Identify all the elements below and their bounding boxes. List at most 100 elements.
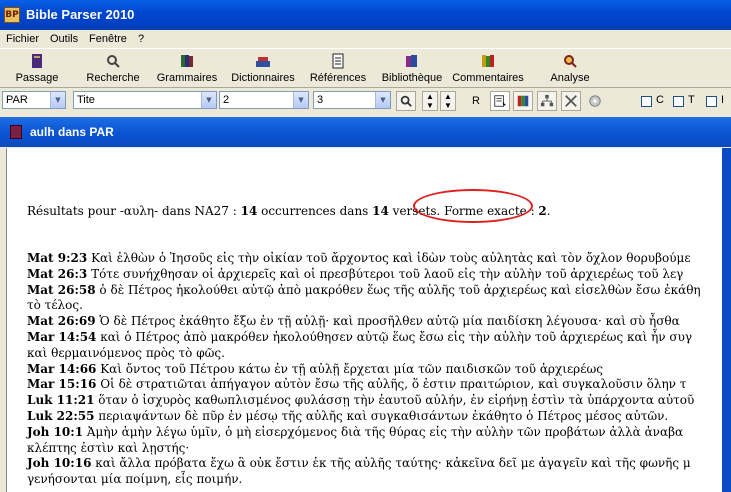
- find-button[interactable]: [396, 91, 416, 111]
- commentary-icon: [482, 55, 494, 67]
- selector-bar: PAR ▼ Tite ▼ 2 ▼ 3 ▼ ▲ ▼ ▲ ▼ R C T I: [0, 88, 731, 114]
- books-stack-icon[interactable]: [513, 91, 533, 111]
- verse-text: καὶ ὁ Πέτρος ἀπὸ μακρόθεν ἠκολούθησεν αὐ…: [96, 329, 693, 344]
- recherche-button[interactable]: Recherche: [82, 51, 144, 87]
- commentaires-button[interactable]: Commentaires: [451, 51, 525, 87]
- verse-line: Mat 9:23 Καὶ ἐλθὼν ὁ Ἰησοῦς εἰς τὴν οἰκί…: [27, 251, 722, 267]
- exact-form-count: 2: [538, 204, 547, 218]
- tree-icon[interactable]: [537, 91, 557, 111]
- magnifier-icon: [107, 55, 120, 68]
- verse-text: Καὶ ἐλθὼν ὁ Ἰησοῦς εἰς τὴν οἰκίαν τοῦ ἄρ…: [87, 251, 691, 265]
- verse-list: Mat 9:23 Καὶ ἐλθὼν ὁ Ἰησοῦς εἰς τὴν οἰκί…: [27, 251, 722, 488]
- verses-count: 14: [372, 204, 389, 218]
- chevron-down-icon[interactable]: ▼: [375, 92, 390, 108]
- verse-text: καὶ θερμαινόμενος πρὸς τὸ φῶς.: [27, 345, 225, 360]
- verse-line: Mat 26:69 Ὁ δὲ Πέτρος ἐκάθητο ἔξω ἐν τῇ …: [27, 314, 722, 330]
- results-content[interactable]: Résultats pour -αυλη- dans NA27 : 14 occ…: [6, 148, 722, 492]
- verse-text: καὶ ἄλλα πρόβατα ἔχω ἃ οὐκ ἔστιν ἐκ τῆς …: [91, 456, 691, 471]
- verse-reference[interactable]: Luk 11:21: [27, 393, 94, 407]
- menu-fichier[interactable]: Fichier: [6, 33, 39, 45]
- library-icon: [406, 55, 417, 67]
- summary-prefix: Résultats pour -: [27, 204, 124, 218]
- app-title: Bible Parser 2010: [26, 7, 135, 22]
- verse-reference[interactable]: Mat 9:23: [27, 251, 87, 265]
- verse-text: γενήσονται μία ποίμνη, εἷς ποιμήν.: [27, 472, 243, 487]
- verse-text: κλέπτης ἐστὶν καὶ λῃστής·: [27, 440, 190, 455]
- verse-text: Ἀμὴν ἀμὴν λέγω ὑμῖν, ὁ μὴ εἰσερχόμενος δ…: [83, 424, 684, 439]
- recherche-label: Recherche: [86, 72, 140, 84]
- chapter-select[interactable]: 2 ▼: [219, 91, 309, 109]
- tools-icon[interactable]: [561, 91, 581, 111]
- verse-reference[interactable]: Mat 26:3: [27, 267, 87, 281]
- checkbox-i-label: I: [721, 94, 725, 106]
- prev-next-down-button[interactable]: ▲ ▼: [440, 91, 456, 111]
- verse-line: Joh 10:16 καὶ ἄλλα πρόβατα ἔχω ἃ οὐκ ἔστ…: [27, 456, 722, 472]
- dictionnaires-button[interactable]: Dictionnaires: [229, 51, 297, 87]
- verse-line: καὶ θερμαινόμενος πρὸς τὸ φῶς.: [27, 346, 722, 362]
- checkbox-c-label: C: [656, 94, 664, 106]
- passage-label: Passage: [15, 72, 59, 84]
- app-icon: BP: [4, 7, 20, 23]
- results-window-title-bar[interactable]: aulh dans PAR: [0, 117, 731, 147]
- verse-line: Mar 14:54 καὶ ὁ Πέτρος ἀπὸ μακρόθεν ἠκολ…: [27, 330, 722, 346]
- analyse-label: Analyse: [550, 72, 590, 84]
- dictionnaires-label: Dictionnaires: [231, 72, 295, 84]
- checkbox-i[interactable]: [706, 96, 717, 107]
- verse-text: Ὁ δὲ Πέτρος ἐκάθητο ἔξω ἐν τῇ αὐλῇ· καὶ …: [95, 314, 680, 329]
- prev-next-up-button[interactable]: ▲ ▼: [422, 91, 438, 111]
- verse-text: Τότε συνήχθησαν οἱ ἀρχιερεῖς καὶ οἱ πρεσ…: [87, 266, 684, 281]
- analyse-button[interactable]: Analyse: [545, 51, 595, 87]
- analysis-icon: [564, 55, 577, 68]
- verse-text: τὸ τέλος.: [27, 298, 83, 313]
- verse-reference[interactable]: Mar 14:54: [27, 330, 96, 344]
- checkbox-c[interactable]: [641, 96, 652, 107]
- checkbox-t-label: T: [688, 94, 695, 106]
- disc-icon[interactable]: [585, 91, 605, 111]
- verse-line: Luk 11:21 ὅταν ὁ ἰσχυρὸς καθωπλισμένος φ…: [27, 393, 722, 409]
- verse-text: περιαψάντων δὲ πῦρ ἐν μέσῳ τῆς αὐλῆς καὶ…: [94, 408, 669, 423]
- checkbox-t[interactable]: [673, 96, 684, 107]
- verse-select[interactable]: 3 ▼: [313, 91, 391, 109]
- chevron-down-icon[interactable]: ▼: [201, 92, 216, 108]
- references-label: Références: [309, 72, 367, 84]
- grammar-books-icon: [181, 55, 193, 67]
- verse-reference[interactable]: Luk 22:55: [27, 409, 94, 423]
- parse-text-icon[interactable]: [490, 91, 510, 111]
- verse-line: Mat 26:58 ὁ δὲ Πέτρος ἠκολούθει αὐτῷ ἀπὸ…: [27, 283, 722, 299]
- verse-reference[interactable]: Mar 14:66: [27, 362, 96, 376]
- grammaires-label: Grammaires: [156, 72, 218, 84]
- chevron-down-icon[interactable]: ▼: [293, 92, 308, 108]
- bibliotheque-label: Bibliothèque: [381, 72, 443, 84]
- verse-reference[interactable]: Mar 15:16: [27, 377, 96, 391]
- bibliotheque-button[interactable]: Bibliothèque: [380, 51, 444, 87]
- verse-reference[interactable]: Mat 26:58: [27, 283, 96, 297]
- references-button[interactable]: Références: [305, 51, 371, 87]
- r-button[interactable]: R: [466, 91, 486, 111]
- references-icon: [332, 53, 344, 69]
- search-word: αυλη: [123, 204, 155, 218]
- summary-text: - dans NA27 :: [154, 204, 241, 218]
- menu-fenetre[interactable]: Fenêtre: [89, 33, 127, 45]
- verse-line: τὸ τέλος.: [27, 298, 722, 314]
- verse-text: ὅταν ὁ ἰσχυρὸς καθωπλισμένος φυλάσσῃ τὴν…: [94, 393, 695, 408]
- verse-text: ὁ δὲ Πέτρος ἠκολούθει αὐτῷ ἀπὸ μακρόθεν …: [95, 282, 701, 297]
- verse-reference[interactable]: Joh 10:16: [27, 456, 91, 470]
- grammaires-button[interactable]: Grammaires: [156, 51, 218, 87]
- passage-button[interactable]: Passage: [8, 51, 66, 87]
- verse-line: γενήσονται μία ποίμνη, εἷς ποιμήν.: [27, 472, 722, 488]
- verse-reference[interactable]: Mat 26:69: [27, 314, 96, 328]
- menu-bar: Fichier Outils Fenêtre ?: [0, 30, 731, 48]
- version-select[interactable]: PAR ▼: [2, 91, 66, 109]
- main-toolbar: Passage Recherche Grammaires Dictionnair…: [0, 48, 731, 88]
- menu-outils[interactable]: Outils: [50, 33, 78, 45]
- book-select[interactable]: Tite ▼: [73, 91, 217, 109]
- menu-help[interactable]: ?: [138, 33, 144, 45]
- summary-text: .: [546, 204, 551, 218]
- verse-value: 3: [317, 94, 324, 106]
- verse-reference[interactable]: Joh 10:1: [27, 425, 83, 439]
- summary-text: occurrences dans: [257, 204, 373, 218]
- chevron-down-icon[interactable]: ▼: [50, 92, 65, 108]
- verse-line: Luk 22:55 περιαψάντων δὲ πῦρ ἐν μέσῳ τῆς…: [27, 409, 722, 425]
- book-icon: [32, 54, 42, 68]
- app-title-bar[interactable]: BP Bible Parser 2010: [0, 0, 731, 30]
